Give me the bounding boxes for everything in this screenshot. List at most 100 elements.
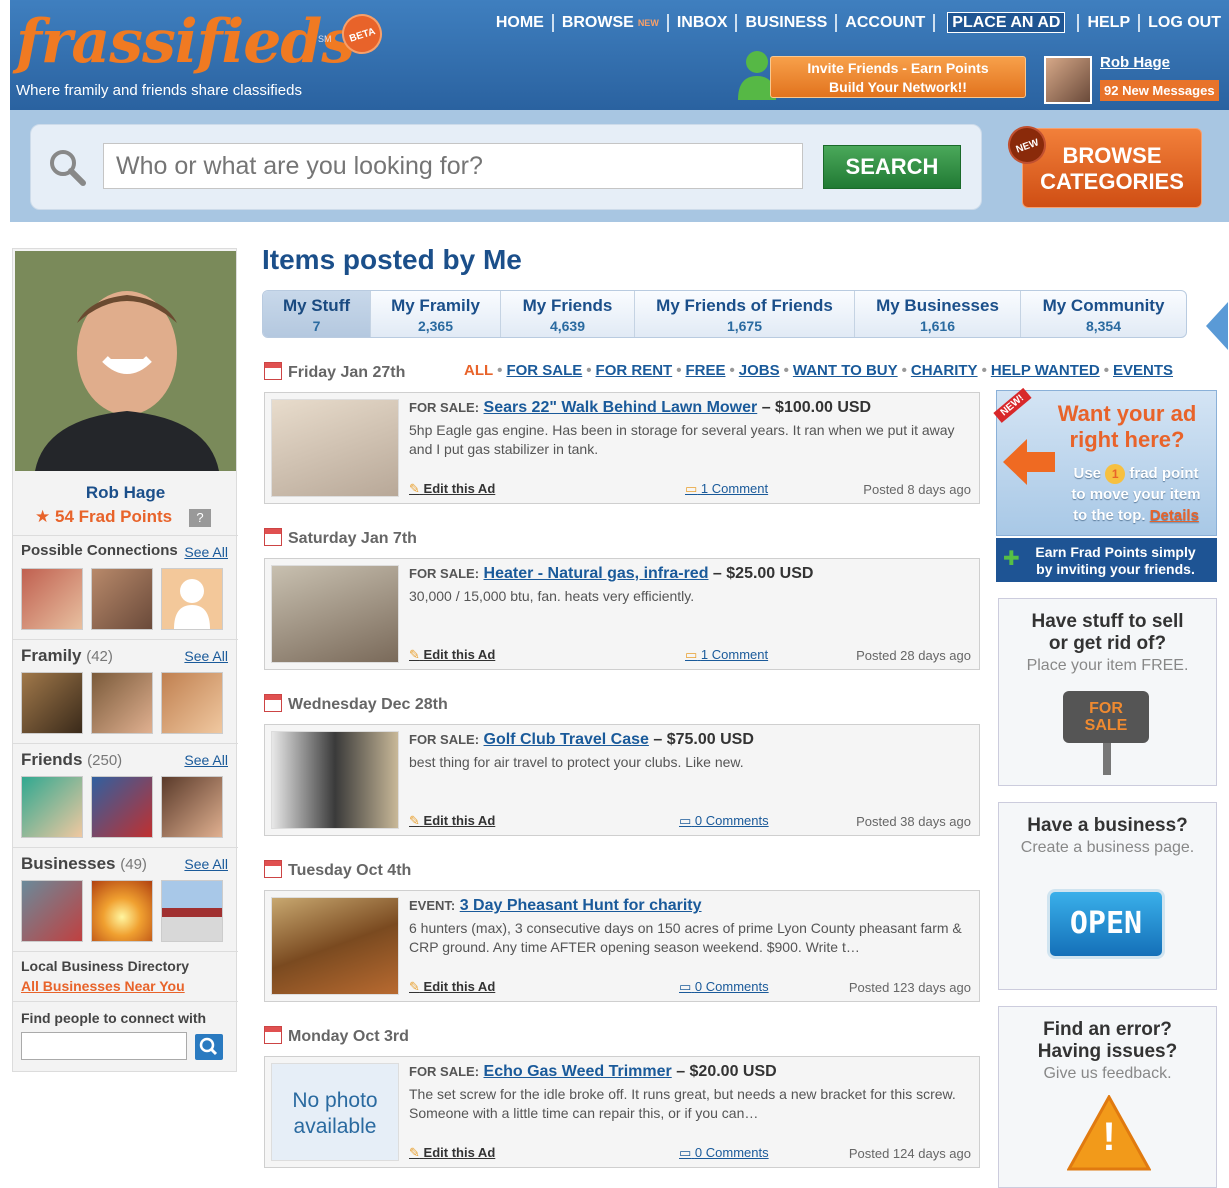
tab-label: My Community [1042, 296, 1165, 315]
user-name-link[interactable]: Rob Hage [1100, 54, 1170, 71]
filter-free[interactable]: FREE [685, 362, 725, 379]
listing-title-link[interactable]: Golf Club Travel Case [484, 731, 649, 748]
edit-ad-label: Edit this Ad [423, 813, 496, 828]
listing-category: FOR SALE: [409, 566, 480, 581]
for-sale-sign-icon: FOR SALE [1063, 691, 1149, 743]
help-icon[interactable]: ? [189, 509, 211, 527]
profile-photo[interactable] [15, 251, 236, 471]
tab-my-friends-of-friends[interactable]: My Friends of Friends 1,675 [635, 291, 855, 337]
friends-thumb[interactable] [91, 776, 153, 838]
comments-link[interactable]: ▭ 0 Comments [679, 979, 769, 995]
nav-business[interactable]: BUSINESS [737, 14, 838, 32]
site-logo[interactable]: frassifieds [16, 8, 355, 76]
browse-categories-button[interactable]: BROWSE CATEGORIES [1022, 128, 1202, 208]
tab-my-friends[interactable]: My Friends 4,639 [501, 291, 635, 337]
filter-want-to-buy[interactable]: WANT TO BUY [793, 362, 898, 379]
businesses-see-all[interactable]: See All [184, 856, 228, 872]
connection-thumb[interactable] [91, 568, 153, 630]
businesses-count: (49) [120, 856, 147, 873]
comments-label: 1 Comment [700, 481, 769, 496]
filter-for-rent[interactable]: FOR RENT [596, 362, 673, 379]
friends-thumb[interactable] [161, 776, 223, 838]
search-button[interactable]: SEARCH [823, 145, 961, 189]
filter-jobs[interactable]: JOBS [739, 362, 780, 379]
edit-ad-link[interactable]: ✎ Edit this Ad [409, 813, 495, 829]
tab-my-stuff[interactable]: My Stuff 7 [263, 291, 371, 337]
listing-photo[interactable] [271, 399, 399, 497]
no-photo-placeholder[interactable]: No photo available [271, 1063, 399, 1161]
find-people-input[interactable] [21, 1032, 187, 1060]
business-thumb[interactable] [161, 880, 223, 942]
edit-ad-link[interactable]: ✎ Edit this Ad [409, 647, 495, 663]
tabs-next-arrow[interactable] [1206, 302, 1228, 350]
frad-points[interactable]: ★ 54 Frad Points [35, 507, 172, 527]
new-messages-badge[interactable]: 92 New Messages [1100, 80, 1219, 101]
nav-account[interactable]: ACCOUNT [837, 14, 936, 32]
find-people-button[interactable] [195, 1034, 223, 1060]
listing-photo[interactable] [271, 565, 399, 663]
all-businesses-link[interactable]: All Businesses Near You [21, 978, 185, 994]
sell-line-1: Have stuff to sell [1031, 611, 1184, 632]
top-nav: HOME BROWSE NEW INBOX BUSINESS ACCOUNT PL… [488, 12, 1229, 33]
nav-place-ad[interactable]: PLACE AN AD [947, 12, 1066, 33]
calendar-icon [264, 860, 282, 878]
filter-events[interactable]: EVENTS [1113, 362, 1173, 379]
businesses-title: Businesses (49) [21, 854, 147, 874]
edit-ad-link[interactable]: ✎ Edit this Ad [409, 481, 495, 497]
filter-charity[interactable]: CHARITY [911, 362, 978, 379]
filter-for-sale[interactable]: FOR SALE [506, 362, 582, 379]
business-thumb[interactable] [21, 880, 83, 942]
category-filters: ALL • FOR SALE • FOR RENT • FREE • JOBS • WANT TO … [464, 362, 1174, 379]
friends-thumb[interactable] [21, 776, 83, 838]
listing-card: FOR SALE: Heater - Natural gas, infra-re… [264, 558, 980, 670]
feedback-promo-box[interactable]: Find an error? Having issues? Give us fe… [998, 1006, 1217, 1188]
framily-see-all[interactable]: See All [184, 648, 228, 664]
earn-points-box[interactable]: ✚ Earn Frad Points simply by inviting yo… [996, 538, 1217, 582]
comments-label: 0 Comments [694, 1145, 769, 1160]
search-icon [199, 1037, 218, 1056]
comments-label: 1 Comment [700, 647, 769, 662]
connections-see-all[interactable]: See All [184, 544, 228, 560]
sign-for: FOR [1089, 700, 1123, 717]
connections-title: Possible Connections [21, 542, 178, 559]
connection-thumb[interactable] [21, 568, 83, 630]
tab-my-framily[interactable]: My Framily 2,365 [371, 291, 501, 337]
friends-see-all[interactable]: See All [184, 752, 228, 768]
invite-friends-button[interactable]: Invite Friends - Earn Points Build Your … [770, 56, 1026, 98]
promote-ad-box[interactable]: NEW! Want your ad right here? Use 1 frad… [993, 388, 1217, 536]
listing-photo[interactable] [271, 897, 399, 995]
business-promo-box[interactable]: Have a business? Create a business page.… [998, 802, 1217, 990]
connection-thumb[interactable] [161, 568, 223, 630]
filter-all[interactable]: ALL [464, 362, 493, 379]
tab-my-community[interactable]: My Community 8,354 [1021, 291, 1186, 337]
comments-link[interactable]: ▭ 1 Comment [685, 647, 768, 663]
sell-promo-box[interactable]: Have stuff to sell or get rid of? Place … [998, 598, 1217, 786]
framily-thumb[interactable] [91, 672, 153, 734]
comments-link[interactable]: ▭ 1 Comment [685, 481, 768, 497]
comments-link[interactable]: ▭ 0 Comments [679, 1145, 769, 1161]
listing-title-link[interactable]: Heater - Natural gas, infra-red [484, 565, 709, 582]
promo-move: to move your item [1071, 486, 1201, 503]
listing-header: FOR SALE: Echo Gas Weed Trimmer – $20.00… [409, 1063, 777, 1081]
listing-title-link[interactable]: Sears 22" Walk Behind Lawn Mower [484, 399, 758, 416]
listing-title-link[interactable]: 3 Day Pheasant Hunt for charity [460, 897, 702, 914]
listing-photo[interactable] [271, 731, 399, 829]
profile-name[interactable]: Rob Hage [13, 483, 238, 503]
nav-inbox[interactable]: INBOX [669, 14, 738, 32]
nav-logout[interactable]: LOG OUT [1140, 14, 1229, 32]
search-input[interactable] [103, 143, 803, 189]
nav-browse[interactable]: BROWSE NEW [554, 14, 669, 32]
framily-thumb[interactable] [21, 672, 83, 734]
listing-title-link[interactable]: Echo Gas Weed Trimmer [484, 1063, 672, 1080]
tab-my-businesses[interactable]: My Businesses 1,616 [855, 291, 1021, 337]
promo-details-link[interactable]: Details [1150, 507, 1199, 524]
business-thumb[interactable] [91, 880, 153, 942]
nav-home[interactable]: HOME [488, 14, 554, 32]
filter-help-wanted[interactable]: HELP WANTED [991, 362, 1100, 379]
edit-ad-link[interactable]: ✎ Edit this Ad [409, 1145, 495, 1161]
comments-link[interactable]: ▭ 0 Comments [679, 813, 769, 829]
framily-thumb[interactable] [161, 672, 223, 734]
avatar[interactable] [1044, 56, 1092, 104]
nav-help[interactable]: HELP [1079, 14, 1141, 32]
edit-ad-link[interactable]: ✎ Edit this Ad [409, 979, 495, 995]
